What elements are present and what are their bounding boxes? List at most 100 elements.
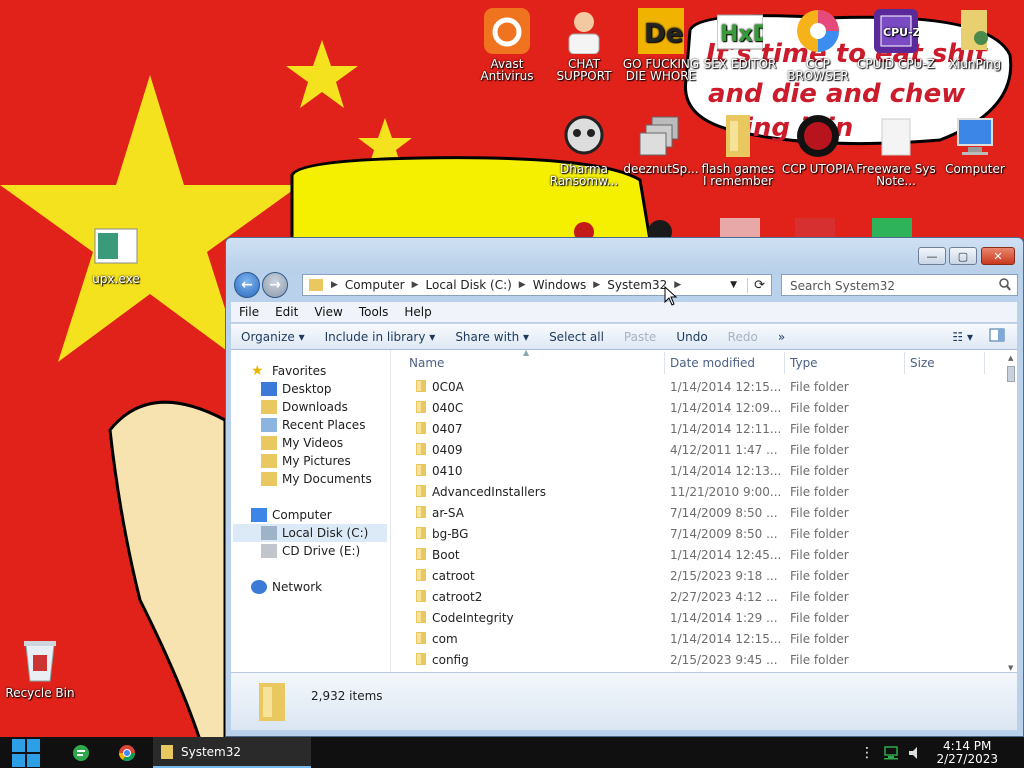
forward-button[interactable]: → bbox=[262, 272, 288, 298]
file-name: bg-BG bbox=[432, 527, 469, 541]
menu-help[interactable]: Help bbox=[396, 305, 439, 319]
pictures-icon bbox=[261, 454, 277, 468]
nav-my-pictures[interactable]: My Pictures bbox=[261, 452, 351, 470]
minimize-button[interactable]: — bbox=[918, 247, 946, 265]
menu-file[interactable]: File bbox=[231, 305, 267, 319]
column-type[interactable]: Type bbox=[790, 356, 818, 370]
maximize-button[interactable]: ▢ bbox=[949, 247, 977, 265]
paste-button[interactable]: Paste bbox=[614, 330, 666, 344]
nav-my-videos[interactable]: My Videos bbox=[261, 434, 343, 452]
vertical-scrollbar[interactable]: ▲ ▼ bbox=[1005, 354, 1017, 672]
address-dropdown-icon[interactable]: ▼ bbox=[730, 280, 747, 290]
nav-network[interactable]: Network bbox=[251, 578, 322, 596]
desktop-icon-deeznut[interactable]: deeznutSp... bbox=[621, 112, 701, 175]
nav-computer[interactable]: Computer bbox=[251, 506, 332, 524]
table-row[interactable]: com 1/14/2014 12:15... File folder bbox=[393, 628, 1003, 649]
refresh-icon[interactable]: ⟳ bbox=[747, 277, 771, 293]
nav-local-disk[interactable]: Local Disk (C:) bbox=[233, 524, 387, 542]
desktop-icon-computer[interactable]: Computer bbox=[935, 112, 1015, 175]
table-row[interactable]: config 2/15/2023 9:45 ... File folder bbox=[393, 649, 1003, 670]
table-row[interactable]: 040C 1/14/2014 12:09... File folder bbox=[393, 397, 1003, 418]
desktop-icon-ccp-browser[interactable]: CCP BROWSER bbox=[778, 7, 858, 82]
more-commands-button[interactable]: » bbox=[768, 330, 795, 344]
undo-button[interactable]: Undo bbox=[666, 330, 717, 344]
table-row[interactable]: Boot 1/14/2014 12:45... File folder bbox=[393, 544, 1003, 565]
nav-favorites[interactable]: ★ Favorites bbox=[251, 362, 326, 380]
column-size[interactable]: Size bbox=[910, 356, 935, 370]
start-button[interactable] bbox=[8, 737, 44, 768]
folder-icon bbox=[415, 526, 427, 540]
table-row[interactable]: 0407 1/14/2014 12:11... File folder bbox=[393, 418, 1003, 439]
redo-button[interactable]: Redo bbox=[718, 330, 768, 344]
desktop-icon-recycle-bin[interactable]: Recycle Bin bbox=[0, 636, 80, 699]
breadcrumb-local-disk[interactable]: Local Disk (C:) bbox=[421, 278, 517, 292]
desktop-icon-ccp-utopia[interactable]: CCP UTOPIA bbox=[778, 112, 858, 175]
menu-tools[interactable]: Tools bbox=[351, 305, 397, 319]
desktop-icon-sex-editor[interactable]: HxD SEX EDITOR bbox=[700, 7, 780, 70]
system-clock[interactable]: 4:14 PM 2/27/2023 bbox=[936, 740, 998, 766]
breadcrumb-computer[interactable]: Computer bbox=[340, 278, 410, 292]
recycle-bin-icon bbox=[16, 636, 64, 684]
taskbar-explorer-window[interactable]: System32 bbox=[153, 737, 311, 768]
menu-edit[interactable]: Edit bbox=[267, 305, 306, 319]
show-hidden-icons-icon[interactable]: ⋮ bbox=[860, 737, 874, 768]
address-bar[interactable]: ▶ Computer ▶ Local Disk (C:) ▶ Windows ▶… bbox=[302, 274, 772, 296]
menu-view[interactable]: View bbox=[306, 305, 350, 319]
breadcrumb-separator[interactable]: ▶ bbox=[517, 280, 528, 290]
breadcrumb-system32[interactable]: System32 bbox=[602, 278, 672, 292]
desktop-icon-upx[interactable]: upx.exe bbox=[76, 222, 156, 285]
desktop-icon-freeware[interactable]: Freeware Sys Note... bbox=[856, 112, 936, 187]
network-status-icon[interactable] bbox=[880, 737, 902, 768]
volume-icon[interactable] bbox=[904, 737, 926, 768]
breadcrumb-separator[interactable]: ▶ bbox=[410, 280, 421, 290]
table-row[interactable]: AdvancedInstallers 11/21/2010 9:00... File… bbox=[393, 481, 1003, 502]
search-input[interactable]: Search System32 bbox=[781, 274, 1018, 296]
back-button[interactable]: ← bbox=[234, 272, 260, 298]
table-row[interactable]: 0C0A 1/14/2014 12:15... File folder bbox=[393, 376, 1003, 397]
scroll-up-icon[interactable]: ▲ bbox=[1008, 354, 1013, 362]
organize-button[interactable]: Organize ▾ bbox=[231, 330, 315, 344]
scroll-down-icon[interactable]: ▼ bbox=[1008, 664, 1013, 672]
desktop-icon-xiunping[interactable]: XiunPing bbox=[935, 7, 1015, 70]
hxd-icon: HxD bbox=[716, 7, 764, 55]
desktop-icon-die[interactable]: De GO FUCKING DIE WHORE bbox=[621, 7, 701, 82]
breadcrumb-windows[interactable]: Windows bbox=[528, 278, 592, 292]
desktop-icon-flash-games[interactable]: flash games I remember bbox=[698, 112, 778, 187]
desktop-icon-dharma[interactable]: Dharma Ransomw... bbox=[544, 112, 624, 187]
preview-pane-icon[interactable] bbox=[983, 328, 1017, 345]
column-name[interactable]: Name bbox=[409, 356, 444, 370]
column-date-modified[interactable]: Date modified bbox=[670, 356, 755, 370]
table-row[interactable]: CodeIntegrity 1/14/2014 1:29 ... File fold… bbox=[393, 607, 1003, 628]
breadcrumb-separator[interactable]: ▶ bbox=[591, 280, 602, 290]
desktop-icon-avast[interactable]: Avast Antivirus bbox=[467, 7, 547, 82]
table-row[interactable]: bg-BG 7/14/2009 8:50 ... File folder bbox=[393, 523, 1003, 544]
taskbar-browser-button[interactable] bbox=[112, 737, 142, 768]
nav-cd-drive[interactable]: CD Drive (E:) bbox=[261, 542, 360, 560]
view-options-icon[interactable]: ☷ ▾ bbox=[942, 330, 983, 344]
nav-my-documents[interactable]: My Documents bbox=[261, 470, 372, 488]
nav-desktop[interactable]: Desktop bbox=[261, 380, 332, 398]
nav-recent-places[interactable]: Recent Places bbox=[261, 416, 365, 434]
table-row[interactable]: 0409 4/12/2011 1:47 ... File folder bbox=[393, 439, 1003, 460]
share-with-button[interactable]: Share with ▾ bbox=[445, 330, 539, 344]
desktop-icon-label: CPUID CPU-Z bbox=[857, 57, 935, 71]
title-bar[interactable]: — ▢ ✕ bbox=[226, 238, 1023, 274]
file-date-modified: 7/14/2009 8:50 ... bbox=[670, 506, 778, 520]
include-in-library-button[interactable]: Include in library ▾ bbox=[315, 330, 446, 344]
svg-text:HxD: HxD bbox=[720, 22, 763, 47]
taskbar-app-button[interactable] bbox=[66, 737, 96, 768]
desktop-icon-cpuz[interactable]: CPU-Z CPUID CPU-Z bbox=[856, 7, 936, 70]
table-row[interactable]: 0410 1/14/2014 12:13... File folder bbox=[393, 460, 1003, 481]
table-row[interactable]: catroot 2/15/2023 9:18 ... File folder bbox=[393, 565, 1003, 586]
table-row[interactable]: catroot2 2/27/2023 4:12 ... File folder bbox=[393, 586, 1003, 607]
breadcrumb-separator[interactable]: ▶ bbox=[329, 280, 340, 290]
search-icon[interactable] bbox=[999, 278, 1011, 294]
file-type: File folder bbox=[790, 380, 849, 394]
scrollbar-thumb[interactable] bbox=[1007, 366, 1015, 382]
desktop-icon-chat-support[interactable]: CHAT SUPPORT bbox=[544, 7, 624, 82]
explorer-window[interactable]: — ▢ ✕ ← → ▶ Computer ▶ Local Disk (C:) ▶… bbox=[225, 237, 1024, 737]
select-all-button[interactable]: Select all bbox=[539, 330, 614, 344]
nav-downloads[interactable]: Downloads bbox=[261, 398, 348, 416]
close-button[interactable]: ✕ bbox=[981, 247, 1015, 265]
table-row[interactable]: ar-SA 7/14/2009 8:50 ... File folder bbox=[393, 502, 1003, 523]
